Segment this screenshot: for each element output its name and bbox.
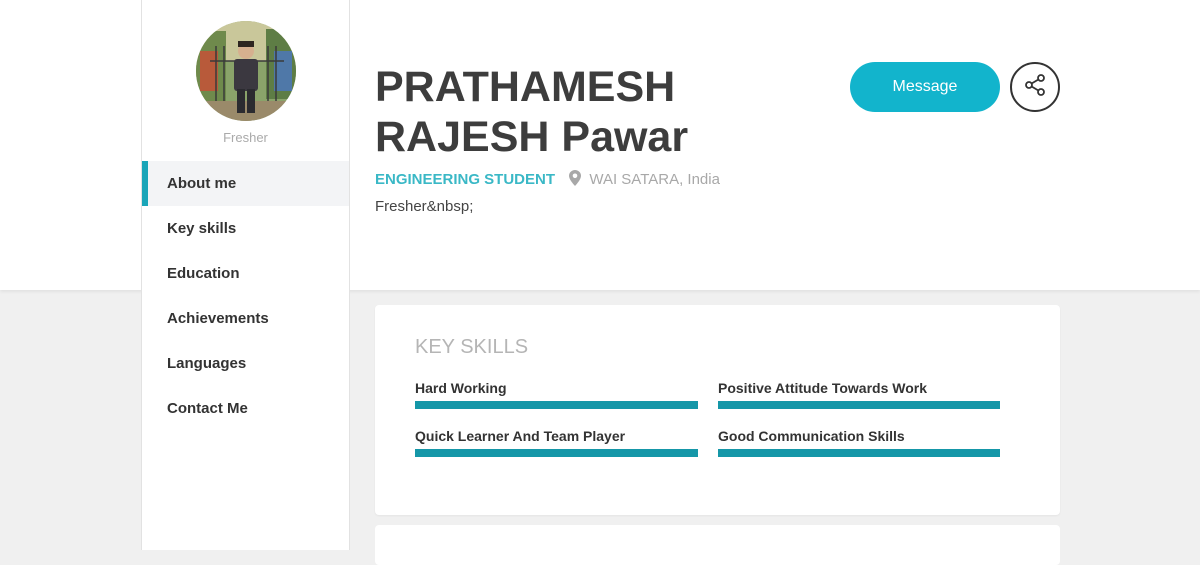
nav-item-education[interactable]: Education: [142, 251, 349, 296]
nav-item-achievements[interactable]: Achievements: [142, 296, 349, 341]
skill-item: Hard Working: [415, 379, 698, 409]
profile-nav: About me Key skills Education Achievemen…: [142, 161, 349, 431]
skill-name: Quick Learner And Team Player: [415, 428, 626, 444]
skill-bar-fill: [415, 401, 698, 409]
profile-role: ENGINEERING STUDENT: [375, 171, 556, 188]
nav-item-contact-me[interactable]: Contact Me: [142, 386, 349, 431]
nav-item-about-me[interactable]: About me: [142, 161, 349, 206]
key-skills-card: KEY SKILLS Hard Working Positive Attitud…: [375, 305, 1060, 515]
skill-bar-fill: [415, 449, 698, 457]
skill-item: Quick Learner And Team Player: [415, 427, 698, 457]
skill-name: Positive Attitude Towards Work: [718, 380, 927, 396]
profile-name: PRATHAMESH RAJESH Pawar: [375, 63, 689, 161]
profile-subtitle: ENGINEERING STUDENT WAI SATARA, India: [375, 170, 720, 191]
skill-bar-fill: [718, 401, 1000, 409]
avatar: [196, 21, 296, 121]
message-button[interactable]: Message: [850, 62, 1000, 112]
skill-bar-fill: [718, 449, 1000, 457]
skill-bar: [415, 401, 698, 409]
nav-item-languages[interactable]: Languages: [142, 341, 349, 386]
profile-summary: Fresher&nbsp;: [375, 198, 474, 215]
sidebar: Fresher About me Key skills Education Ac…: [141, 0, 350, 550]
next-section-card: [375, 525, 1060, 565]
skill-item: Good Communication Skills: [718, 427, 1000, 457]
key-skills-title: KEY SKILLS: [415, 336, 529, 358]
skill-bar: [718, 401, 1000, 409]
share-icon: [1023, 73, 1047, 102]
nav-item-key-skills[interactable]: Key skills: [142, 206, 349, 251]
share-button[interactable]: [1010, 62, 1060, 112]
profile-tag: Fresher: [223, 130, 268, 145]
profile-location: WAI SATARA, India: [589, 171, 720, 188]
location-pin-icon: [569, 170, 582, 191]
skill-name: Good Communication Skills: [718, 428, 905, 444]
skill-bar: [718, 449, 1000, 457]
skill-name: Hard Working: [415, 380, 507, 396]
skill-item: Positive Attitude Towards Work: [718, 379, 1000, 409]
skill-bar: [415, 449, 698, 457]
